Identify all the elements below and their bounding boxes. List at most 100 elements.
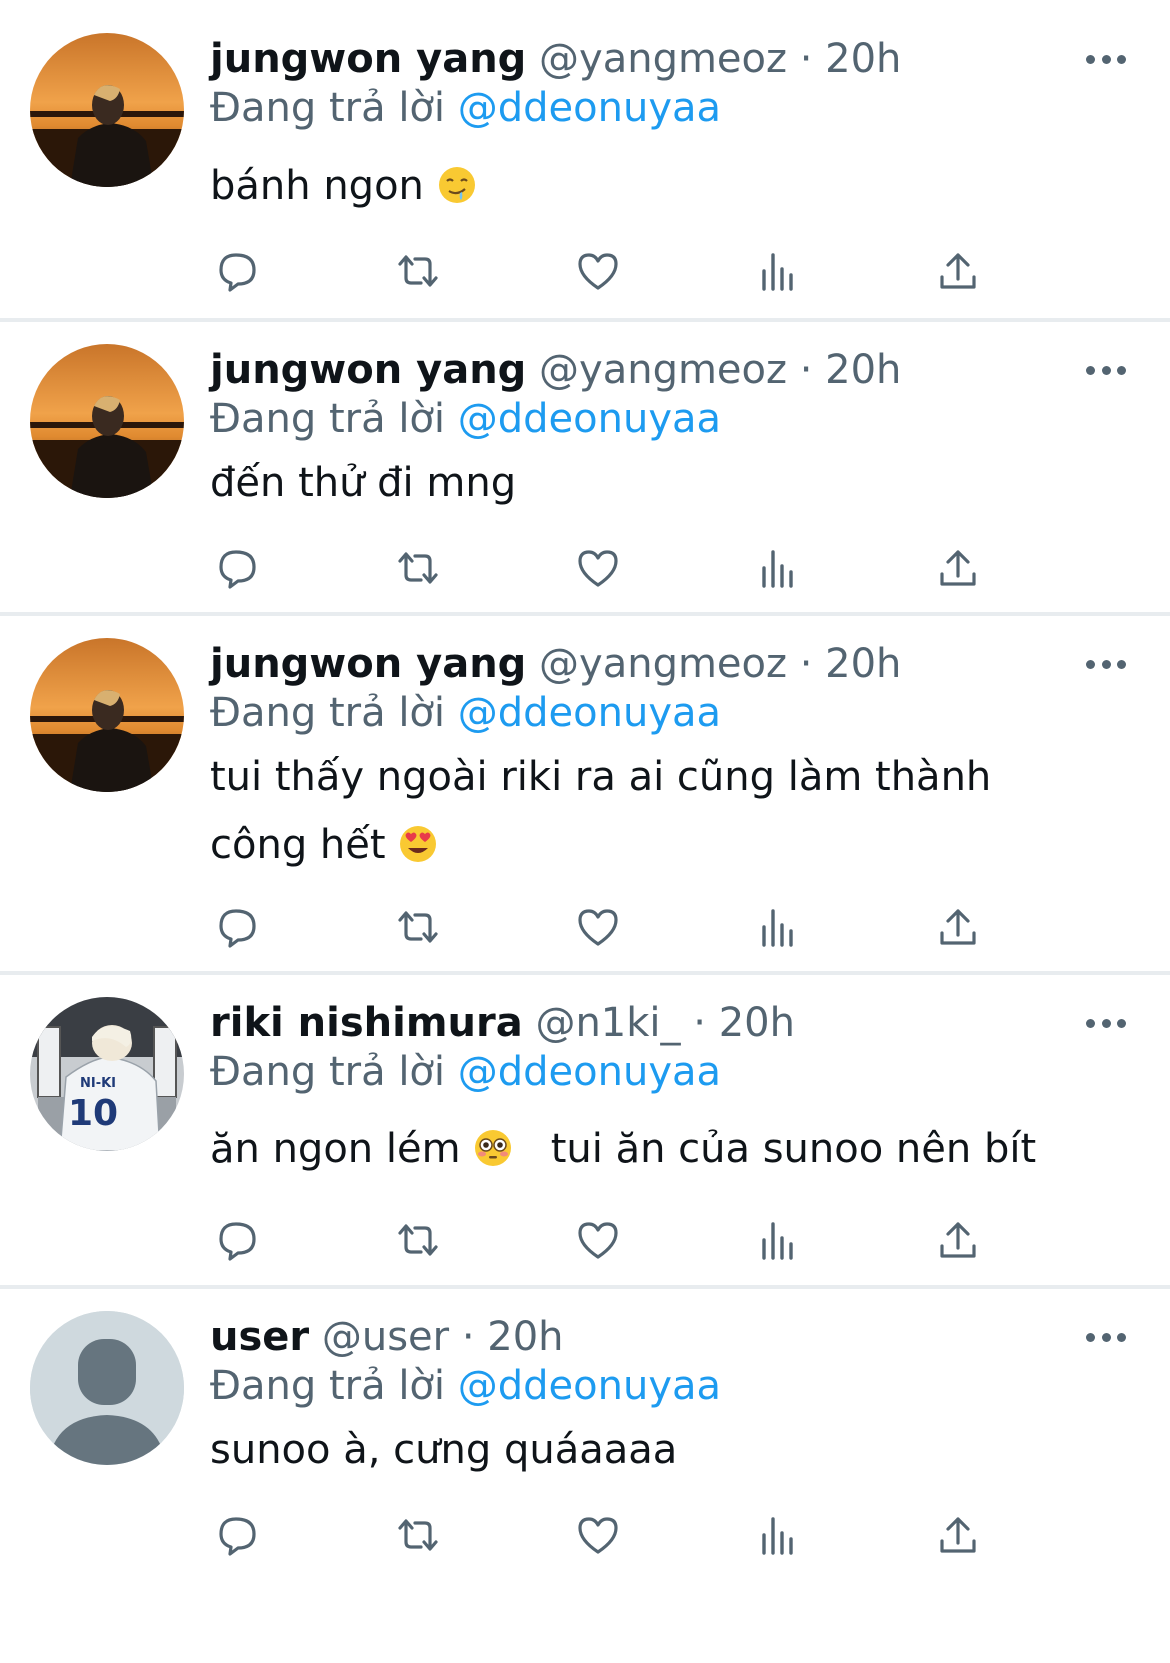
display-name[interactable]: jungwon yang [210,347,526,393]
tweet-text: ăn ngon lém tui ăn của sunoo nên bít [210,1115,1090,1183]
more-options-icon[interactable] [1086,658,1126,670]
views-button[interactable] [750,899,806,955]
views-icon [762,550,793,588]
avatar[interactable] [30,33,184,187]
default-avatar-icon [30,1311,184,1465]
views-button[interactable] [750,243,806,299]
retweet-button[interactable] [390,540,446,596]
share-icon [940,550,976,586]
timestamp[interactable]: 20h [825,347,901,393]
separator-dot: · [799,347,813,393]
more-options-icon[interactable] [1086,1331,1126,1343]
separator-dot: · [461,1314,475,1360]
retweet-button[interactable] [390,1212,446,1268]
share-icon [940,1222,976,1258]
tweet-text: bánh ngon [210,152,1090,220]
views-icon [762,909,793,947]
tweet-text: đến thử đi mng [210,449,1090,517]
tweet[interactable]: user @user · 20h Đang trả lời @ddeonuyaa… [0,1289,1170,1663]
reply-button[interactable] [210,899,266,955]
mention-link[interactable]: @ddeonuyaa [458,690,721,736]
share-button[interactable] [930,899,986,955]
mention-link[interactable]: @ddeonuyaa [458,85,721,131]
views-icon [762,253,793,291]
share-icon [940,909,976,945]
like-button[interactable] [570,899,626,955]
views-button[interactable] [750,540,806,596]
share-button[interactable] [930,1507,986,1563]
replying-to: Đang trả lời @ddeonuyaa [210,82,721,134]
retweet-icon [398,911,438,943]
reply-icon [219,253,256,292]
reply-button[interactable] [210,1507,266,1563]
reply-icon [219,909,256,948]
replying-to: Đang trả lời @ddeonuyaa [210,1360,721,1412]
tweet-text: sunoo à, cưng quáaaaa [210,1416,1090,1484]
tweet-header: jungwon yang @yangmeoz · 20h [210,638,901,690]
avatar[interactable] [30,638,184,792]
like-button[interactable] [570,540,626,596]
like-button[interactable] [570,243,626,299]
reply-button[interactable] [210,540,266,596]
timestamp[interactable]: 20h [825,36,901,82]
avatar[interactable] [30,1311,184,1465]
display-name[interactable]: riki nishimura [210,1000,523,1046]
avatar[interactable]: NI-KI 10 [30,997,184,1151]
separator-dot: · [799,36,813,82]
share-icon [940,253,976,289]
user-handle[interactable]: @user [322,1314,449,1360]
mention-link[interactable]: @ddeonuyaa [458,1363,721,1409]
more-options-icon[interactable] [1086,364,1126,376]
user-handle[interactable]: @yangmeoz [539,347,787,393]
user-handle[interactable]: @yangmeoz [539,641,787,687]
tweet[interactable]: NI-KI 10 riki nishimura @n1ki_ · 20h Đan… [0,975,1170,1289]
replying-prefix: Đang trả lời [210,85,446,131]
user-handle[interactable]: @yangmeoz [539,36,787,82]
share-button[interactable] [930,243,986,299]
separator-dot: · [693,1000,706,1046]
tweet[interactable]: jungwon yang @yangmeoz · 20h Đang trả lờ… [0,322,1170,616]
views-button[interactable] [750,1212,806,1268]
share-button[interactable] [930,1212,986,1268]
share-icon [940,1517,976,1553]
tweet[interactable]: jungwon yang @yangmeoz · 20h Đang trả lờ… [0,616,1170,975]
tweet[interactable]: jungwon yang @yangmeoz · 20h Đang trả lờ… [0,0,1170,322]
like-icon [578,1517,618,1554]
like-button[interactable] [570,1507,626,1563]
retweet-button[interactable] [390,243,446,299]
timestamp[interactable]: 20h [825,641,901,687]
svg-text:NI-KI: NI-KI [80,1076,116,1091]
more-options-icon[interactable] [1086,1017,1126,1029]
display-name[interactable]: jungwon yang [210,641,526,687]
timestamp[interactable]: 20h [719,1000,795,1046]
display-name[interactable]: user [210,1314,309,1360]
tweet-actions [210,1212,1030,1268]
share-button[interactable] [930,540,986,596]
reply-button[interactable] [210,243,266,299]
user-handle[interactable]: @n1ki_ [535,1000,680,1046]
mention-link[interactable]: @ddeonuyaa [458,396,721,442]
more-options-icon[interactable] [1086,53,1126,65]
display-name[interactable]: jungwon yang [210,36,526,82]
tweet-header: jungwon yang @yangmeoz · 20h [210,344,901,396]
views-icon [762,1517,793,1555]
views-button[interactable] [750,1507,806,1563]
tweet-text-before: ăn ngon lém [210,1126,461,1172]
reply-button[interactable] [210,1212,266,1268]
avatar[interactable] [30,344,184,498]
tweet-actions [210,540,1030,596]
like-button[interactable] [570,1212,626,1268]
retweet-icon [398,1519,438,1551]
flushed-face-emoji [475,1130,512,1166]
retweet-button[interactable] [390,899,446,955]
retweet-icon [398,255,438,287]
replying-to: Đang trả lời @ddeonuyaa [210,393,721,445]
like-icon [578,550,618,587]
like-icon [578,253,618,290]
replying-prefix: Đang trả lời [210,1049,446,1095]
retweet-button[interactable] [390,1507,446,1563]
reply-icon [219,1517,256,1556]
timestamp[interactable]: 20h [487,1314,563,1360]
mention-link[interactable]: @ddeonuyaa [458,1049,721,1095]
replying-to: Đang trả lời @ddeonuyaa [210,687,721,739]
